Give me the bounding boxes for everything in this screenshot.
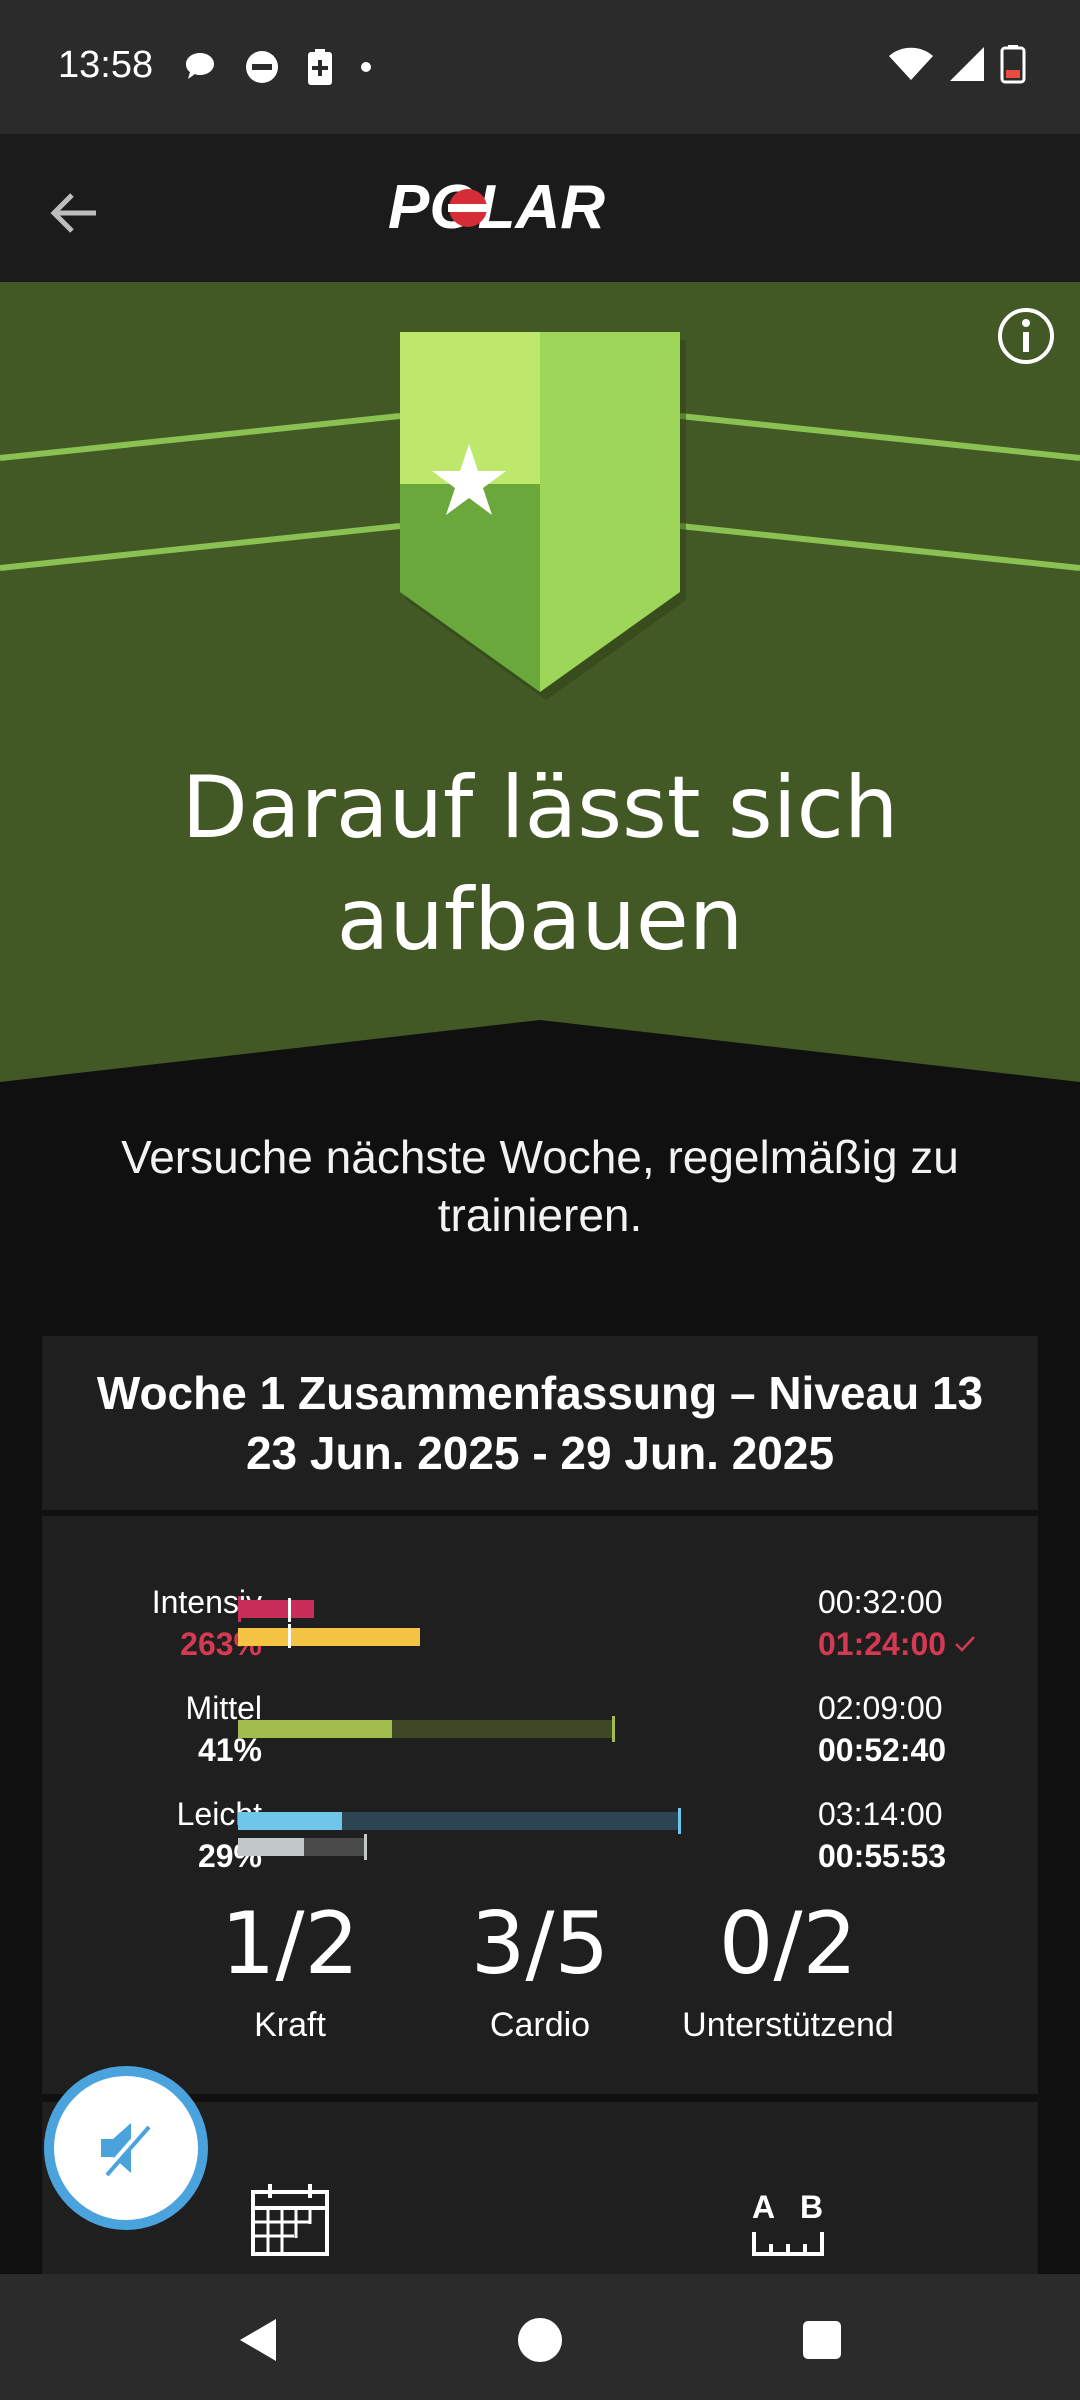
count-unterstuetzend-label: Unterstützend — [682, 2006, 894, 2044]
nav-back-button[interactable] — [228, 2310, 288, 2370]
leicht-actual-bar — [238, 1838, 304, 1856]
mute-voice-button[interactable] — [44, 2066, 208, 2230]
zone-target-intensiv: 00:32:00 — [818, 1584, 943, 1620]
info-button[interactable] — [996, 306, 1056, 366]
battery-saver-icon — [308, 49, 332, 85]
zone-label-leicht: Leicht — [176, 1796, 262, 1832]
zone-target-mittel: 02:09:00 — [818, 1690, 943, 1726]
zone-percent-intensiv: 263% — [180, 1626, 262, 1662]
hero-banner: Darauf lässt sich aufbauen — [0, 282, 1080, 1082]
home-circle-icon — [518, 2318, 562, 2362]
arrow-left-icon — [50, 193, 96, 233]
count-unterstuetzend: 0/2 Unterstützend — [658, 1896, 918, 2045]
week-summary-card[interactable]: Intensiv 263% 00:32:00 01:24:00 Mittel 4… — [42, 1516, 1038, 2094]
svg-text:B: B — [800, 2189, 823, 2225]
intensiv-actual-bar — [238, 1628, 420, 1646]
polar-logo: POLAR — [388, 178, 605, 238]
count-kraft: 1/2 Kraft — [160, 1896, 420, 2045]
mittel-target-end — [612, 1716, 615, 1742]
status-time: 13:58 — [58, 44, 154, 86]
leicht-target-fill — [238, 1812, 342, 1830]
count-unterstuetzend-value: 0/2 — [718, 1894, 858, 1994]
nav-recents-button[interactable] — [792, 2310, 852, 2370]
week-summary-title: Woche 1 Zusammenfassung – Niveau 13 — [96, 1367, 984, 1419]
leicht-target-end — [678, 1808, 681, 1834]
intensiv-actual-marker — [288, 1624, 291, 1648]
info-icon — [998, 308, 1054, 364]
zone-label-mittel: Mittel — [185, 1690, 262, 1726]
count-kraft-value: 1/2 — [220, 1894, 360, 1994]
nav-home-button[interactable] — [510, 2310, 570, 2370]
zone-percent-leicht: 29% — [197, 1838, 262, 1874]
zone-percent-mittel: 41% — [197, 1732, 262, 1768]
intensiv-target-marker — [288, 1598, 291, 1622]
hero-title: Darauf lässt sich aufbauen — [181, 758, 899, 970]
count-cardio-value: 3/5 — [470, 1894, 610, 1994]
speaker-muted-icon — [100, 2123, 151, 2177]
zone-actual-leicht: 00:55:53 — [818, 1838, 947, 1874]
count-cardio-label: Cardio — [489, 2006, 591, 2044]
count-kraft-label: Kraft — [254, 2006, 326, 2044]
status-bar: 13:58 — [0, 0, 1080, 134]
zone-actual-mittel: 00:52:40 — [818, 1732, 947, 1768]
ab-ruler-icon[interactable]: A B — [748, 2188, 828, 2262]
recents-square-icon — [803, 2321, 841, 2359]
star-badge-icon — [400, 332, 686, 700]
checkmark-icon — [955, 1636, 975, 1652]
dot-icon — [361, 62, 371, 72]
chat-bubble-icon — [186, 53, 214, 79]
week-summary-header: Woche 1 Zusammenfassung – Niveau 13 23 J… — [42, 1336, 1038, 1510]
intensiv-target-bar — [238, 1600, 314, 1618]
week-date-range: 23 Jun. 2025 - 29 Jun. 2025 — [245, 1427, 835, 1479]
calendar-icon[interactable] — [250, 2182, 330, 2256]
svg-text:POLAR: POLAR — [388, 178, 605, 238]
intensiv-target-start — [238, 1596, 241, 1622]
zone-actual-intensiv: 01:24:00 — [818, 1626, 947, 1662]
count-cardio: 3/5 Cardio — [410, 1896, 670, 2045]
mittel-actual-bar — [238, 1720, 392, 1738]
system-nav-bar — [0, 2274, 1080, 2400]
zone-label-intensiv: Intensiv — [151, 1584, 262, 1620]
back-triangle-icon — [240, 2319, 276, 2361]
wifi-icon — [889, 47, 933, 80]
motivation-text: Versuche nächste Woche, regelmäßig zu tr… — [121, 1131, 959, 1241]
zone-target-leicht: 03:14:00 — [818, 1796, 943, 1832]
cell-signal-icon — [950, 47, 984, 81]
back-button[interactable] — [40, 178, 110, 248]
do-not-disturb-icon — [246, 51, 278, 83]
battery-icon — [1000, 45, 1026, 84]
svg-text:A: A — [752, 2189, 775, 2225]
leicht-actual-end — [364, 1834, 367, 1860]
